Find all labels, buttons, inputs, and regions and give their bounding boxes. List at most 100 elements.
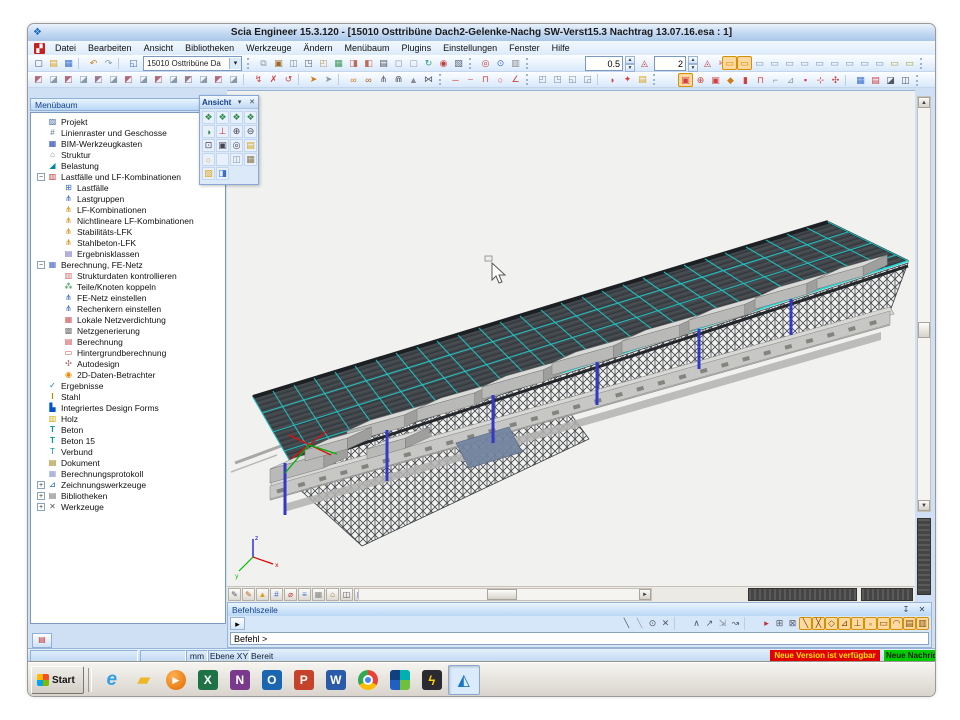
onenote-icon[interactable]: N — [224, 665, 256, 695]
tree-expand-toggle[interactable] — [53, 305, 61, 313]
stirrup-icon[interactable]: ▮ — [738, 73, 753, 87]
anchorage-icon[interactable]: ⌐ — [768, 73, 783, 87]
dot-grid-icon[interactable]: ⊞ — [773, 617, 786, 630]
render-view-icon[interactable]: ▣ — [271, 56, 286, 70]
image-gallery-icon[interactable]: ◫ — [286, 56, 301, 70]
deselect-icon[interactable]: ✗ — [266, 73, 281, 87]
toolbar-grip[interactable] — [526, 74, 532, 85]
snap-corner-icon[interactable]: ⇲ — [716, 617, 729, 630]
activity-2-icon[interactable]: ✎ — [242, 588, 255, 601]
view-manager-icon[interactable]: ▤ — [244, 139, 257, 152]
concrete-setup-icon[interactable]: ▣ — [678, 73, 693, 87]
view-window-6-icon[interactable]: ▭ — [797, 56, 812, 70]
winamp-icon[interactable]: ϟ — [416, 665, 448, 695]
view-window-8-icon[interactable]: ▭ — [827, 56, 842, 70]
file-explorer-icon[interactable]: ▰ — [128, 665, 160, 695]
tree-item-werkzeuge[interactable]: + ✕ Werkzeuge — [31, 501, 225, 512]
tree-expand-toggle[interactable]: + — [37, 503, 45, 511]
horizontal-scrollbar-thumb[interactable] — [487, 589, 517, 600]
photo-app-icon[interactable]: ▲ — [384, 665, 416, 695]
tree-item-struktur[interactable]: ⌂ Struktur — [31, 149, 225, 160]
undo-icon[interactable]: ↶ — [86, 56, 101, 70]
snap-perpendicular-icon[interactable]: ⊥ — [851, 617, 864, 630]
clip-box-icon[interactable]: ◫ — [230, 153, 243, 166]
dock-layout-2-icon[interactable]: ◳ — [550, 73, 565, 87]
tree-expand-toggle[interactable] — [53, 272, 61, 280]
scale-apply-icon[interactable]: ◬ — [637, 57, 652, 71]
tree-item-beton[interactable]: T Beton — [31, 424, 225, 435]
vertical-scrollbar[interactable]: ▲ ▼ — [917, 96, 931, 512]
internet-explorer-icon[interactable]: e — [96, 665, 128, 695]
reinforcement-icon[interactable]: ⊕ — [693, 73, 708, 87]
tree-expand-toggle[interactable] — [37, 118, 45, 126]
menu-plugins[interactable]: Plugins — [396, 42, 438, 55]
viewport-3d-scene[interactable]: x y z — [227, 91, 915, 587]
filter-icon[interactable]: ⋔ — [376, 73, 391, 87]
tree-expand-toggle[interactable] — [37, 140, 45, 148]
powerpoint-icon[interactable]: P — [288, 665, 320, 695]
tree-item-netzgenerierung[interactable]: ▩ Netzgenerierung — [31, 325, 225, 336]
snap-mode-icon[interactable]: ╲ — [620, 617, 633, 630]
tree-item-berechnungsprotokoll[interactable]: ▦ Berechnungsprotokoll — [31, 468, 225, 479]
tree-expand-toggle[interactable] — [53, 316, 61, 324]
toolbar-grip[interactable] — [653, 74, 659, 85]
load-scale-icon[interactable]: ◬ — [700, 57, 715, 71]
toolbar-separator[interactable] — [78, 58, 84, 69]
draw-angle-icon[interactable]: ∠ — [508, 73, 523, 87]
menubaum-panel-header[interactable]: Menübaum — [30, 98, 226, 111]
menu-menuebaum[interactable]: Menübaum — [339, 42, 396, 55]
zoom-all-icon[interactable]: ▣ — [216, 139, 229, 152]
tree-item-stabilitaets-lfk[interactable]: ⋔ Stabilitäts-LFK — [31, 226, 225, 237]
activity-1-icon[interactable]: ✎ — [228, 588, 241, 601]
dock-layout-3-icon[interactable]: ◱ — [565, 73, 580, 87]
chevron-down-icon[interactable]: ▾ — [229, 58, 241, 69]
menu-ansicht[interactable]: Ansicht — [138, 42, 180, 55]
menu-bearbeiten[interactable]: Bearbeiten — [82, 42, 138, 55]
tree-expand-toggle[interactable] — [53, 294, 61, 302]
paper-space-icon[interactable]: ◨ — [346, 56, 361, 70]
camera-icon[interactable]: ◉ — [436, 56, 451, 70]
tree-item-belastung[interactable]: ◢ Belastung — [31, 160, 225, 171]
layers-icon[interactable]: ▧ — [451, 56, 466, 70]
toolbar-separator[interactable] — [674, 617, 688, 630]
tree-expand-toggle[interactable] — [37, 426, 45, 434]
view-axonometric-icon[interactable]: ❖ — [202, 111, 215, 124]
tree-item-hintergrundberechnung[interactable]: ▭ Hintergrundberechnung — [31, 347, 225, 358]
tree-expand-toggle[interactable] — [37, 437, 45, 445]
menu-datei[interactable]: Datei — [49, 42, 82, 55]
tree-expand-toggle[interactable] — [53, 239, 61, 247]
snap-cross-icon[interactable]: ✕ — [659, 617, 672, 630]
snap-settings-icon[interactable]: ▤ — [903, 617, 916, 630]
ansicht-palette-header[interactable]: Ansicht ▾ ✕ — [200, 96, 258, 109]
report-icon[interactable]: ▤ — [868, 73, 883, 87]
search-icon[interactable]: ⊙ — [493, 56, 508, 70]
view-window-11-icon[interactable]: ▭ — [872, 56, 887, 70]
menu-bibliotheken[interactable]: Bibliotheken — [179, 42, 240, 55]
scroll-right-button[interactable]: ► — [639, 589, 651, 600]
local-axes-icon[interactable]: ◪ — [196, 73, 211, 87]
befehlszeile-header[interactable]: Befehlszeile ↧ ✕ — [228, 603, 931, 616]
render-mode-icon[interactable]: ◑ — [202, 125, 215, 138]
clipboard-icon[interactable]: ◰ — [316, 56, 331, 70]
tree-item-rechenkern-einstellen[interactable]: ⋔ Rechenkern einstellen — [31, 303, 225, 314]
tree-expand-toggle[interactable] — [37, 151, 45, 159]
tree-item-bim-werkzeugkasten[interactable]: ▦ BIM-Werkzeugkasten — [31, 138, 225, 149]
display-scale-stepper[interactable]: ▲▼ — [688, 56, 698, 71]
snap-midpoint-icon[interactable]: ╳ — [812, 617, 825, 630]
snap-save-icon[interactable]: ▥ — [916, 617, 929, 630]
tree-item-beton-15[interactable]: T Beton 15 — [31, 435, 225, 446]
hinge-view-icon[interactable]: ◪ — [166, 73, 181, 87]
load-scale-stepper[interactable]: ▲▼ — [625, 56, 635, 71]
menu-aendern[interactable]: Ändern — [297, 42, 338, 55]
select-backward-icon[interactable]: ➤ — [321, 73, 336, 87]
load-view-icon[interactable]: ◩ — [121, 73, 136, 87]
snap-arc-icon[interactable]: ◠ — [890, 617, 903, 630]
tree-item-lf-kombinationen[interactable]: ⋔ LF-Kombinationen — [31, 204, 225, 215]
tree-item-lokale-netzverdichtung[interactable]: ▦ Lokale Netzverdichtung — [31, 314, 225, 325]
view-flags-icon[interactable]: ▧ — [202, 167, 215, 180]
toolbar-separator[interactable] — [298, 74, 304, 85]
tree-item-dokument[interactable]: ▤ Dokument — [31, 457, 225, 468]
tree-item-ergebnisse[interactable]: ✓ Ergebnisse — [31, 380, 225, 391]
snap-center-icon[interactable]: ⊙ — [646, 617, 659, 630]
tree-expand-toggle[interactable]: + — [37, 481, 45, 489]
